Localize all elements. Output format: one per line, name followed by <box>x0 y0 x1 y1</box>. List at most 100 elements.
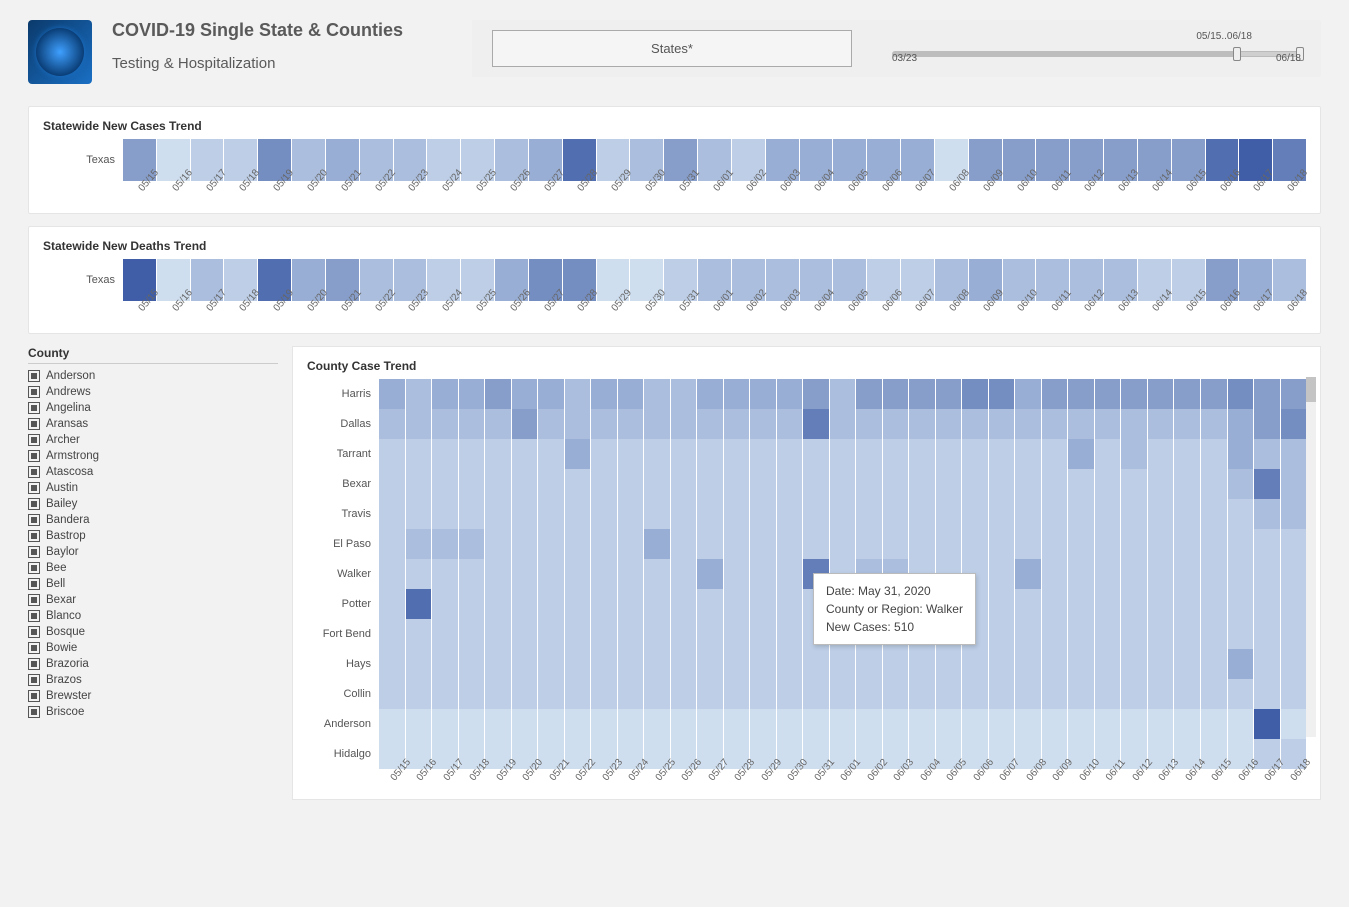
heatmap-cell[interactable] <box>697 679 723 709</box>
county-row-cells[interactable] <box>379 379 1306 409</box>
heatmap-cell[interactable] <box>591 379 617 409</box>
heatmap-cell[interactable] <box>379 679 405 709</box>
county-filter-item[interactable]: Baylor <box>28 544 278 560</box>
heatmap-cell[interactable] <box>1201 559 1227 589</box>
heatmap-cell[interactable] <box>379 379 405 409</box>
heatmap-cell[interactable] <box>671 649 697 679</box>
checkbox-icon[interactable] <box>28 482 40 494</box>
heatmap-cell[interactable] <box>512 379 538 409</box>
heatmap-cell[interactable] <box>750 619 776 649</box>
heatmap-cell[interactable] <box>1042 649 1068 679</box>
heatmap-cell[interactable] <box>1148 499 1174 529</box>
heatmap-cell[interactable] <box>1201 589 1227 619</box>
heatmap-cell[interactable] <box>671 559 697 589</box>
county-filter-item[interactable]: Blanco <box>28 608 278 624</box>
heatmap-cell[interactable] <box>750 589 776 619</box>
county-filter-item[interactable]: Austin <box>28 480 278 496</box>
heatmap-cell[interactable] <box>538 439 564 469</box>
heatmap-cell[interactable] <box>1068 409 1094 439</box>
heatmap-cell[interactable] <box>989 379 1015 409</box>
heatmap-cell[interactable] <box>697 649 723 679</box>
heatmap-cell[interactable] <box>459 589 485 619</box>
county-row-cells[interactable] <box>379 409 1306 439</box>
heatmap-cell[interactable] <box>644 529 670 559</box>
heatmap-cell[interactable] <box>459 529 485 559</box>
heatmap-cell[interactable] <box>432 529 458 559</box>
heatmap-cell[interactable] <box>379 409 405 439</box>
county-row-cells[interactable] <box>379 649 1306 679</box>
heatmap-cell[interactable] <box>1201 409 1227 439</box>
heatmap-cell[interactable] <box>644 409 670 439</box>
heatmap-cell[interactable] <box>777 589 803 619</box>
heatmap-cell[interactable] <box>1068 379 1094 409</box>
heatmap-cell[interactable] <box>750 679 776 709</box>
heatmap-cell[interactable] <box>459 439 485 469</box>
county-filter-item[interactable]: Bee <box>28 560 278 576</box>
heatmap-cell[interactable] <box>1015 589 1041 619</box>
scrollbar-thumb[interactable] <box>1306 377 1316 402</box>
heatmap-cell[interactable] <box>856 379 882 409</box>
heatmap-cell[interactable] <box>1095 439 1121 469</box>
county-filter-item[interactable]: Armstrong <box>28 448 278 464</box>
heatmap-cell[interactable] <box>724 499 750 529</box>
heatmap-cell[interactable] <box>936 529 962 559</box>
heatmap-cell[interactable] <box>512 529 538 559</box>
heatmap-cell[interactable] <box>1281 679 1307 709</box>
heatmap-cell[interactable] <box>1095 379 1121 409</box>
heatmap-cell[interactable] <box>697 709 723 739</box>
heatmap-cell[interactable] <box>883 679 909 709</box>
heatmap-cell[interactable] <box>1228 559 1254 589</box>
heatmap-cell[interactable] <box>485 379 511 409</box>
heatmap-cell[interactable] <box>618 679 644 709</box>
heatmap-cell[interactable] <box>830 529 856 559</box>
heatmap-cell[interactable] <box>1148 709 1174 739</box>
heatmap-cell[interactable] <box>1148 589 1174 619</box>
heatmap-cell[interactable] <box>1095 559 1121 589</box>
heatmap-cell[interactable] <box>856 499 882 529</box>
heatmap-cell[interactable] <box>618 619 644 649</box>
heatmap-cell[interactable] <box>989 589 1015 619</box>
heatmap-cell[interactable] <box>1174 439 1200 469</box>
heatmap-cell[interactable] <box>883 409 909 439</box>
checkbox-icon[interactable] <box>28 610 40 622</box>
heatmap-cell[interactable] <box>803 529 829 559</box>
heatmap-cell[interactable] <box>1015 559 1041 589</box>
heatmap-cell[interactable] <box>803 469 829 499</box>
heatmap-cell[interactable] <box>1228 469 1254 499</box>
heatmap-cell[interactable] <box>432 499 458 529</box>
heatmap-cell[interactable] <box>644 559 670 589</box>
heatmap-cell[interactable] <box>962 709 988 739</box>
heatmap-cell[interactable] <box>777 679 803 709</box>
heatmap-cell[interactable] <box>644 499 670 529</box>
heatmap-cell[interactable] <box>724 379 750 409</box>
heatmap-cell[interactable] <box>459 409 485 439</box>
heatmap-cell[interactable] <box>856 649 882 679</box>
heatmap-cell[interactable] <box>485 709 511 739</box>
heatmap-cell[interactable] <box>724 559 750 589</box>
heatmap-cell[interactable] <box>1174 529 1200 559</box>
county-filter-item[interactable]: Bandera <box>28 512 278 528</box>
heatmap-cell[interactable] <box>1201 529 1227 559</box>
county-filter-item[interactable]: Atascosa <box>28 464 278 480</box>
heatmap-cell[interactable] <box>1148 439 1174 469</box>
heatmap-cell[interactable] <box>618 649 644 679</box>
heatmap-cell[interactable] <box>883 709 909 739</box>
heatmap-cell[interactable] <box>750 499 776 529</box>
heatmap-cell[interactable] <box>618 409 644 439</box>
heatmap-cell[interactable] <box>379 469 405 499</box>
heatmap-cell[interactable] <box>406 499 432 529</box>
heatmap-cell[interactable] <box>512 619 538 649</box>
heatmap-cell[interactable] <box>591 439 617 469</box>
heatmap-cell[interactable] <box>1121 529 1147 559</box>
heatmap-cell[interactable] <box>512 499 538 529</box>
heatmap-cell[interactable] <box>936 439 962 469</box>
heatmap-cell[interactable] <box>777 409 803 439</box>
heatmap-cell[interactable] <box>1068 529 1094 559</box>
heatmap-cell[interactable] <box>406 709 432 739</box>
heatmap-cell[interactable] <box>724 649 750 679</box>
checkbox-icon[interactable] <box>28 658 40 670</box>
heatmap-cell[interactable] <box>1068 469 1094 499</box>
heatmap-cell[interactable] <box>750 469 776 499</box>
checkbox-icon[interactable] <box>28 562 40 574</box>
heatmap-cell[interactable] <box>671 379 697 409</box>
